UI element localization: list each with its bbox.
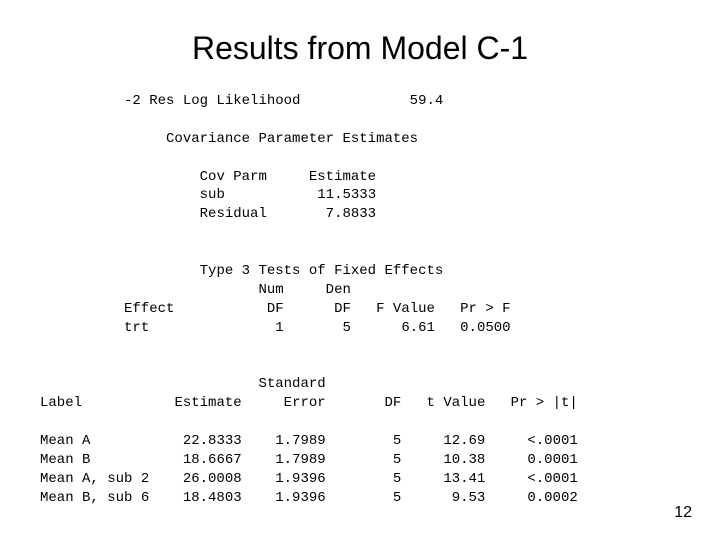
lsm-r3-t: 13.41 (443, 471, 485, 487)
cov-hdr-est: Estimate (309, 169, 376, 185)
lsm-r4-est: 18.4803 (183, 490, 242, 506)
fit-stat-value: 59.4 (410, 93, 444, 109)
lsm-r2-label: Mean B (40, 452, 90, 468)
lsm-r3-est: 26.0008 (183, 471, 242, 487)
t3-numdf-top: Num (258, 282, 283, 298)
t3-hdr-numdf: DF (267, 301, 284, 317)
cov-r2-parm: Residual (200, 206, 267, 222)
lsm-r1-se: 1.7989 (275, 433, 325, 449)
lsm-r2-t: 10.38 (443, 452, 485, 468)
cov-hdr-parm: Cov Parm (200, 169, 267, 185)
t3-row-numdf: 1 (275, 320, 283, 336)
lsm-r1-t: 12.69 (443, 433, 485, 449)
lsm-r1-df: 5 (393, 433, 401, 449)
t3-row-prf: 0.0500 (460, 320, 510, 336)
lsm-r4-p: 0.0002 (527, 490, 577, 506)
lsm-hdr-est: Estimate (174, 395, 241, 411)
t3-dendf-top: Den (326, 282, 351, 298)
t3-hdr-prf: Pr > F (460, 301, 510, 317)
page-title: Results from Model C-1 (40, 30, 680, 67)
lsm-r2-se: 1.7989 (275, 452, 325, 468)
output-block: -2 Res Log Likelihood 59.4 Covariance Pa… (40, 92, 680, 508)
lsm-hdr-tval: t Value (427, 395, 486, 411)
lsm-r4-se: 1.9396 (275, 490, 325, 506)
lsm-r4-label: Mean B, sub 6 (40, 490, 149, 506)
cov-r2-est: 7.8833 (326, 206, 376, 222)
lsm-r1-est: 22.8333 (183, 433, 242, 449)
lsm-hdr-df: DF (385, 395, 402, 411)
lsm-hdr-stderr-top: Standard (258, 376, 325, 392)
lsm-r1-p: <.0001 (527, 433, 577, 449)
cov-r1-est: 11.5333 (317, 187, 376, 203)
lsm-r3-se: 1.9396 (275, 471, 325, 487)
lsm-r3-p: <.0001 (527, 471, 577, 487)
t3-row-effect: trt (124, 320, 149, 336)
lsm-r4-t: 9.53 (452, 490, 486, 506)
t3-row-fval: 6.61 (401, 320, 435, 336)
lsm-r1-label: Mean A (40, 433, 90, 449)
lsm-r2-p: 0.0001 (527, 452, 577, 468)
cov-section-title: Covariance Parameter Estimates (166, 131, 418, 147)
lsm-r2-df: 5 (393, 452, 401, 468)
t3-hdr-dendf: DF (334, 301, 351, 317)
lsm-r3-df: 5 (393, 471, 401, 487)
t3-row-dendf: 5 (342, 320, 350, 336)
type3-title: Type 3 Tests of Fixed Effects (200, 263, 444, 279)
lsm-hdr-label: Label (40, 395, 82, 411)
page-number: 12 (674, 504, 692, 522)
lsm-hdr-stderr: Error (284, 395, 326, 411)
fit-stat-label: -2 Res Log Likelihood (124, 93, 300, 109)
lsm-r2-est: 18.6667 (183, 452, 242, 468)
lsm-r3-label: Mean A, sub 2 (40, 471, 149, 487)
t3-hdr-effect: Effect (124, 301, 174, 317)
t3-hdr-fval: F Value (376, 301, 435, 317)
lsm-r4-df: 5 (393, 490, 401, 506)
lsm-hdr-prt: Pr > |t| (511, 395, 578, 411)
cov-r1-parm: sub (200, 187, 225, 203)
